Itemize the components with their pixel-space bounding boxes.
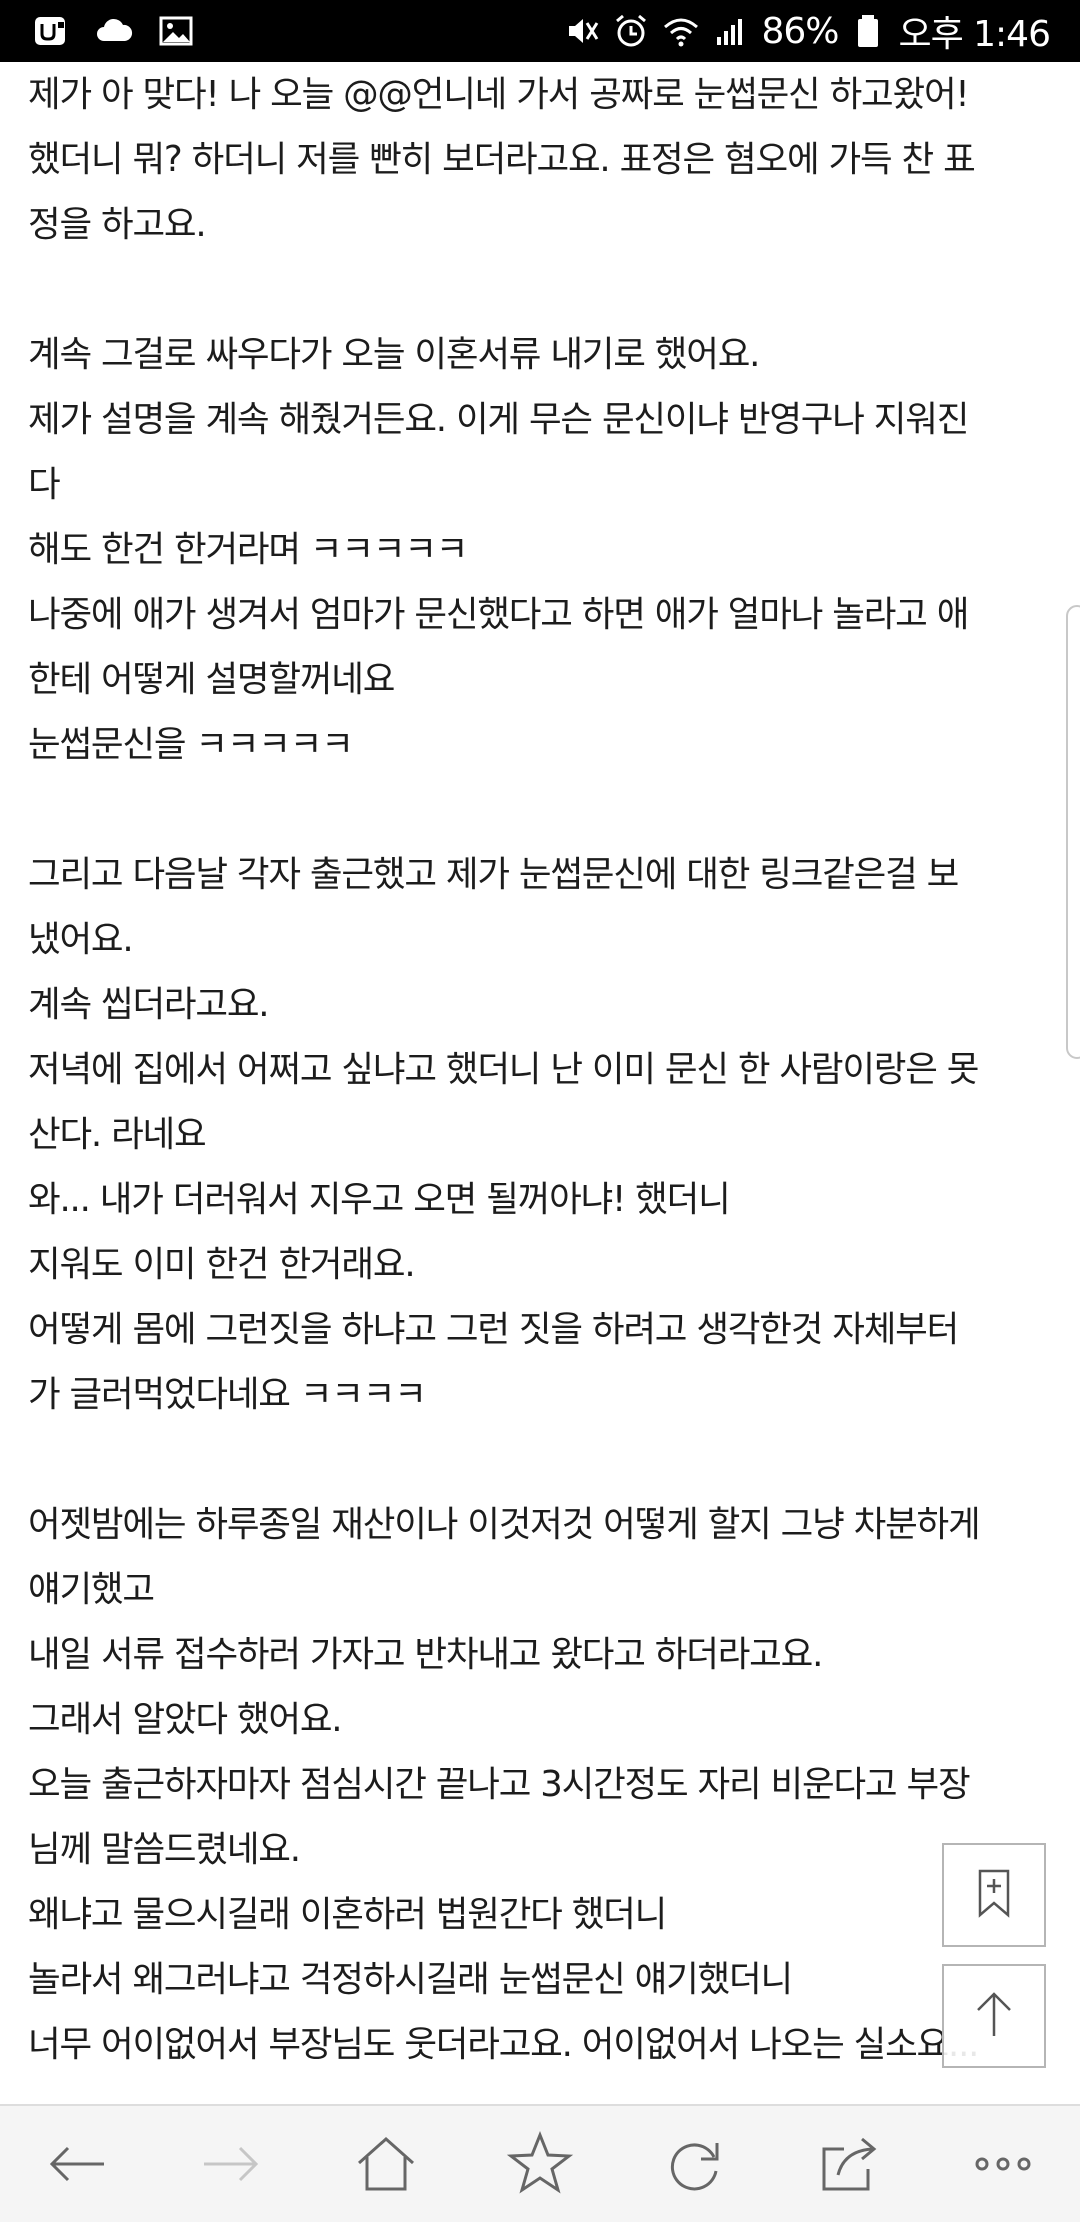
article-line: 산다. 라네요	[28, 1114, 207, 1155]
back-button[interactable]	[22, 2109, 132, 2219]
article-line: 제가 아 맞다! 나 오늘 @@언니네 가서 공짜로 눈썹문신 하고왔어!	[28, 74, 970, 115]
article-line: 어떻게 몸에 그런짓을 하냐고 그런 짓을 하려고 생각한것 자체부터	[28, 1309, 959, 1350]
add-bookmark-button[interactable]	[942, 1843, 1046, 1947]
forward-button[interactable]	[176, 2109, 286, 2219]
article-line: 가 글러먹었다네요 ㅋㅋㅋㅋ	[28, 1374, 427, 1415]
paragraph-break	[28, 777, 1058, 842]
article-line: 했더니 뭐? 하더니 저를 빤히 보더라고요. 표정은 혐오에 가득 찬 표	[28, 139, 976, 180]
bookmark-add-icon	[964, 1863, 1024, 1927]
home-icon	[357, 2136, 414, 2191]
more-icon	[975, 2157, 1031, 2171]
article-line: 눈썹문신을 ㅋㅋㅋㅋㅋ	[28, 724, 354, 765]
article-line: 내일 서류 접수하러 가자고 반차내고 왔다고 하더라고요.	[28, 1634, 823, 1675]
paragraph-break	[28, 1427, 1058, 1492]
mute-icon	[561, 11, 601, 51]
home-button[interactable]	[331, 2109, 441, 2219]
battery-icon	[848, 11, 888, 51]
scroll-to-top-button[interactable]	[942, 1964, 1046, 2068]
status-bar-left	[32, 10, 196, 52]
article-line: 저녁에 집에서 어쩌고 싶냐고 했더니 난 이미 문신 한 사람이랑은 못	[28, 1049, 979, 1090]
article-line: 그래서 알았다 했어요.	[28, 1699, 343, 1740]
article-line: 놀라서 왜그러냐고 걱정하시길래 눈썹문신 얘기했더니	[28, 1959, 793, 2000]
article-line: 와... 내가 더러워서 지우고 오면 될꺼아냐! 했더니	[28, 1179, 731, 1220]
scroll-handle[interactable]	[1066, 605, 1080, 1059]
refresh-icon	[671, 2143, 719, 2191]
signal-icon	[711, 11, 751, 51]
browser-toolbar	[0, 2104, 1080, 2222]
article-body: 제가 아 맞다! 나 오늘 @@언니네 가서 공짜로 눈썹문신 하고왔어! 했더니…	[28, 62, 1058, 2102]
status-bar-right: 86% 오후 1:46	[561, 8, 1051, 55]
article-line: 계속 그걸로 싸우다가 오늘 이혼서류 내기로 했어요.	[28, 334, 760, 375]
forward-icon	[204, 2146, 259, 2182]
article-line: 제가 설명을 계속 해줬거든요. 이게 무슨 문신이냐 반영구나 지워진	[28, 399, 969, 440]
status-bar: 86% 오후 1:46	[0, 0, 1080, 62]
article-line: 너무 어이없어서 부장님도 웃더라고요. 어이없어서 나오는 실소요...	[28, 2024, 979, 2065]
status-time: 오후 1:46	[898, 14, 1051, 55]
article-line: 왜냐고 물으시길래 이혼하러 법원간다 했더니	[28, 1894, 667, 1935]
image-icon	[156, 11, 196, 51]
article-line: 정을 하고요.	[28, 204, 207, 245]
battery-percent: 86%	[761, 10, 839, 52]
article-line: 지워도 이미 한건 한거래요.	[28, 1244, 416, 1285]
article-line: 그리고 다음날 각자 출근했고 제가 눈썹문신에 대한 링크같은걸 보	[28, 854, 959, 895]
share-icon	[822, 2137, 876, 2191]
share-button[interactable]	[794, 2109, 904, 2219]
wifi-icon	[661, 11, 701, 51]
refresh-button[interactable]	[639, 2109, 749, 2219]
more-button[interactable]	[948, 2109, 1058, 2219]
back-icon	[50, 2146, 105, 2182]
article-line: 님께 말씀드렸네요.	[28, 1829, 301, 1870]
app-notification-icon	[32, 11, 72, 51]
paragraph-break	[28, 257, 1058, 322]
bookmarks-icon	[506, 2130, 574, 2194]
bookmarks-button[interactable]	[485, 2109, 595, 2219]
article-line: 해도 한건 한거라며 ㅋㅋㅋㅋㅋ	[28, 529, 468, 570]
article-line: 나중에 애가 생겨서 엄마가 문신했다고 하면 애가 얼마나 놀라고 애	[28, 594, 969, 635]
article-line: 어젯밤에는 하루종일 재산이나 이것저것 어떻게 할지 그냥 차분하게	[28, 1504, 981, 1545]
scroll-to-top-icon	[964, 1984, 1024, 2048]
article-line: 한테 어떻게 설명할꺼네요	[28, 659, 395, 700]
article-line: 얘기했고	[28, 1569, 155, 1610]
article-line: 다	[28, 464, 61, 505]
cloud-icon	[94, 11, 134, 51]
article-line: 오늘 출근하자마자 점심시간 끝나고 3시간정도 자리 비운다고 부장	[28, 1764, 971, 1805]
article-line: 냈어요.	[28, 919, 134, 960]
article-line: 계속 씹더라고요.	[28, 984, 270, 1025]
alarm-icon	[611, 11, 651, 51]
